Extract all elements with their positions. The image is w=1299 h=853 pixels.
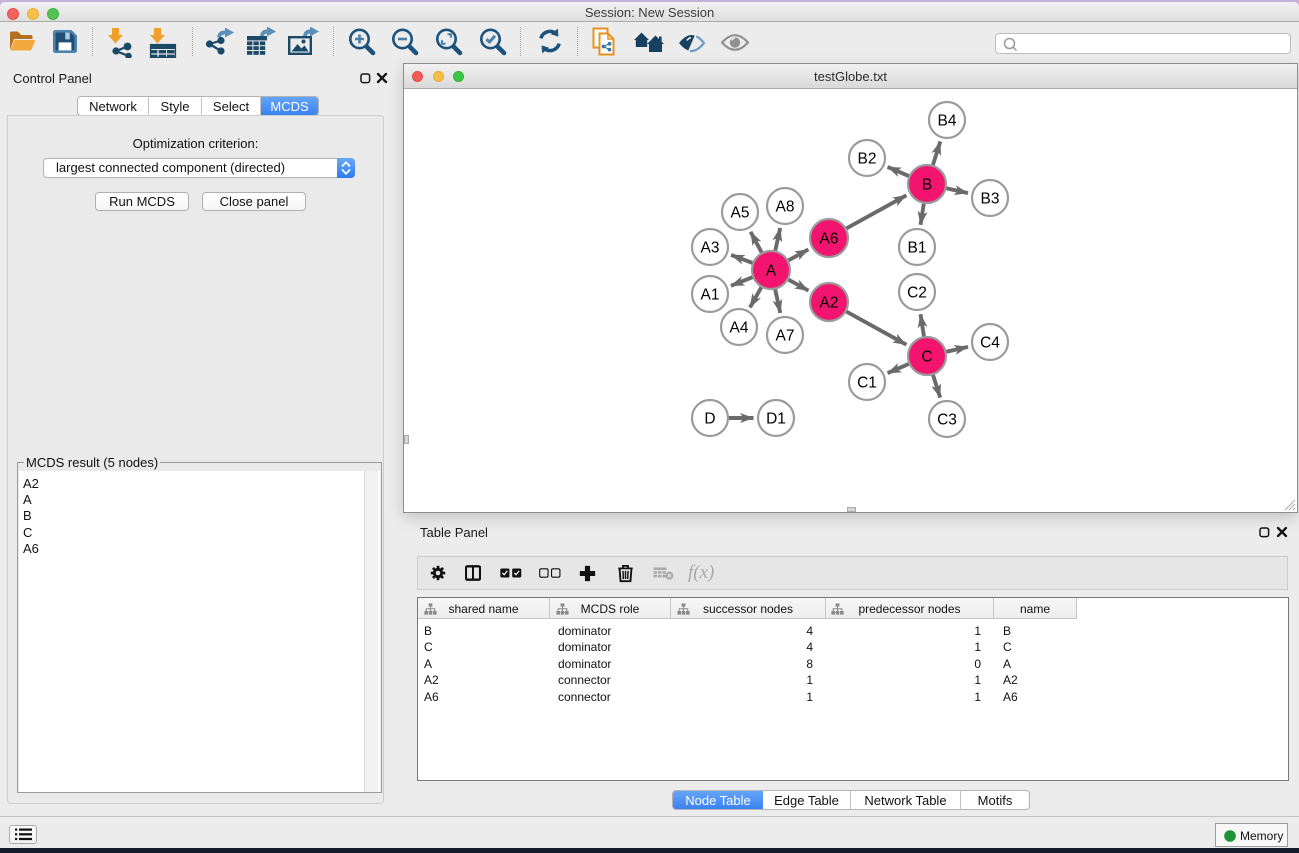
svg-text:B1: B1 [908, 240, 927, 257]
svg-text:A3: A3 [701, 240, 720, 257]
svg-text:A2: A2 [820, 295, 839, 312]
svg-text:A6: A6 [820, 231, 839, 248]
svg-text:C: C [921, 349, 932, 366]
svg-text:B2: B2 [858, 151, 877, 168]
svg-text:C3: C3 [937, 412, 957, 429]
svg-text:D1: D1 [766, 411, 786, 428]
svg-text:B4: B4 [938, 113, 957, 130]
svg-text:A8: A8 [776, 199, 795, 216]
svg-text:A4: A4 [730, 320, 749, 337]
svg-text:B3: B3 [981, 191, 1000, 208]
svg-text:D: D [704, 411, 715, 428]
svg-text:A7: A7 [776, 328, 795, 345]
svg-text:C2: C2 [907, 285, 927, 302]
svg-text:C1: C1 [857, 375, 877, 392]
svg-text:C4: C4 [980, 335, 1000, 352]
svg-text:A1: A1 [701, 287, 720, 304]
svg-text:A: A [766, 263, 777, 280]
svg-text:B: B [922, 177, 932, 194]
svg-text:A5: A5 [731, 205, 750, 222]
